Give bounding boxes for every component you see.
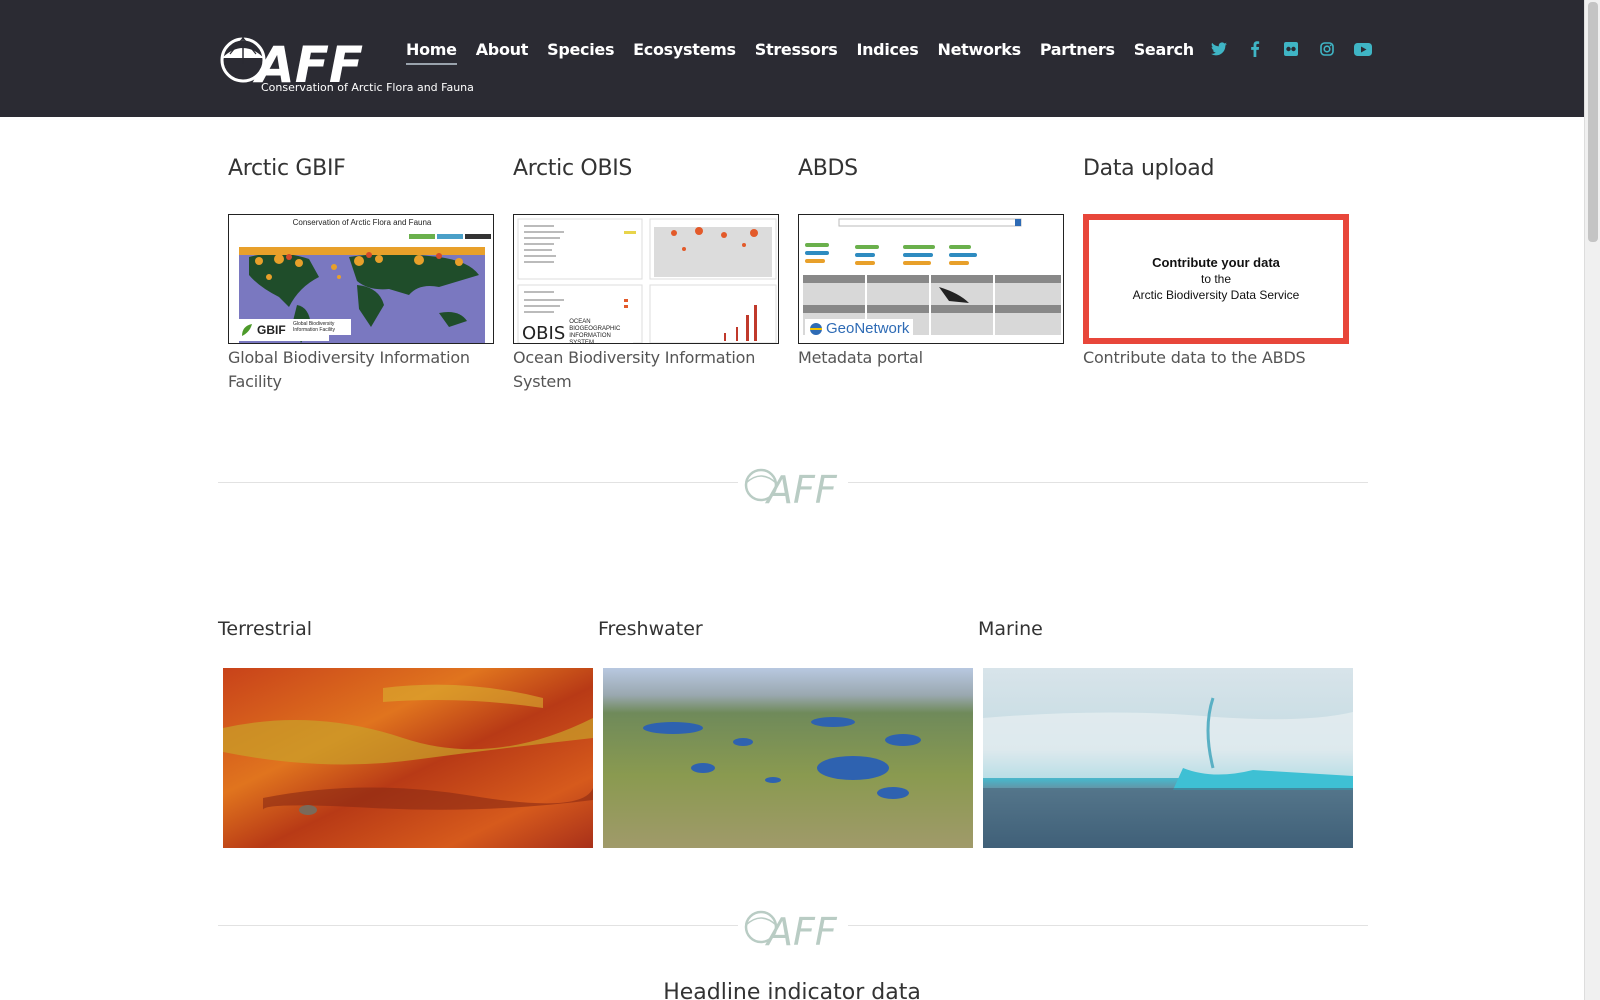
flickr-icon[interactable] <box>1282 40 1300 58</box>
freshwater-photo[interactable] <box>603 668 973 848</box>
abds-thumbnail[interactable]: GeoNetwork <box>798 214 1064 344</box>
contribute-data-banner[interactable]: Contribute your data to the Arctic Biodi… <box>1083 214 1349 344</box>
twitter-icon[interactable] <box>1210 40 1228 58</box>
main-nav: Home About Species Ecosystems Stressors … <box>406 40 1213 65</box>
nav-stressors[interactable]: Stressors <box>755 40 838 65</box>
ecosystem-label: Terrestrial <box>218 618 312 640</box>
nav-species[interactable]: Species <box>547 40 614 65</box>
headline-indicator-heading: Headline indicator data <box>663 980 921 1000</box>
card-description: Ocean Biodiversity Information System <box>513 348 756 391</box>
social-links <box>1210 40 1372 58</box>
svg-text:AFF: AFF <box>764 910 838 953</box>
ecosystem-label: Freshwater <box>598 618 703 640</box>
obis-logo: OBIS OCEAN BIOGEOGRAPHIC INFORMATION SYS… <box>520 317 634 343</box>
gbif-thumbnail[interactable]: Conservation of Arctic Flora and Fauna G… <box>228 214 494 344</box>
card-description: Contribute data to the ABDS <box>1083 348 1306 367</box>
nav-partners[interactable]: Partners <box>1040 40 1115 65</box>
ecosystem-marine[interactable]: Marine <box>978 618 1353 853</box>
card-data-upload: Data upload Contribute your data to the … <box>1083 156 1349 370</box>
nav-networks[interactable]: Networks <box>937 40 1021 65</box>
obis-thumbnail[interactable]: OBIS OCEAN BIOGEOGRAPHIC INFORMATION SYS… <box>513 214 779 344</box>
terrestrial-photo[interactable] <box>223 668 593 848</box>
geonetwork-logo: GeoNetwork <box>805 319 914 338</box>
site-header: AFF Conservation of Arctic Flora and Fau… <box>0 0 1584 117</box>
caff-divider-logo: AFF <box>738 456 848 512</box>
card-title[interactable]: Arctic GBIF <box>228 156 494 214</box>
card-arctic-obis: Arctic OBIS OBIS OCEAN BIOGEOGRAPHIC INF… <box>513 156 779 394</box>
instagram-icon[interactable] <box>1318 40 1336 58</box>
card-description: Global Biodiversity Information Facility <box>228 348 470 391</box>
nav-indices[interactable]: Indices <box>856 40 918 65</box>
youtube-icon[interactable] <box>1354 40 1372 58</box>
facebook-icon[interactable] <box>1246 40 1264 58</box>
card-arctic-gbif: Arctic GBIF Conservation of Arctic Flora… <box>228 156 494 394</box>
card-title[interactable]: Arctic OBIS <box>513 156 779 214</box>
card-title[interactable]: ABDS <box>798 156 1064 214</box>
caff-divider-logo: AFF <box>738 898 848 954</box>
svg-text:AFF: AFF <box>764 468 838 511</box>
marine-photo[interactable] <box>983 668 1353 848</box>
ecosystem-freshwater[interactable]: Freshwater <box>598 618 973 853</box>
scrollbar-thumb[interactable] <box>1588 2 1598 242</box>
nav-search[interactable]: Search <box>1134 40 1194 65</box>
card-title[interactable]: Data upload <box>1083 156 1349 214</box>
page-scrollbar[interactable] <box>1584 0 1600 1000</box>
nav-about[interactable]: About <box>476 40 529 65</box>
ecosystem-terrestrial[interactable]: Terrestrial <box>218 618 593 853</box>
card-abds: ABDS GeoNetwork Metadata portal <box>798 156 1064 370</box>
nav-home[interactable]: Home <box>406 40 457 65</box>
nav-ecosystems[interactable]: Ecosystems <box>633 40 736 65</box>
ecosystem-label: Marine <box>978 618 1043 640</box>
card-description: Metadata portal <box>798 348 923 367</box>
logo-subtitle: Conservation of Arctic Flora and Fauna <box>261 81 474 94</box>
